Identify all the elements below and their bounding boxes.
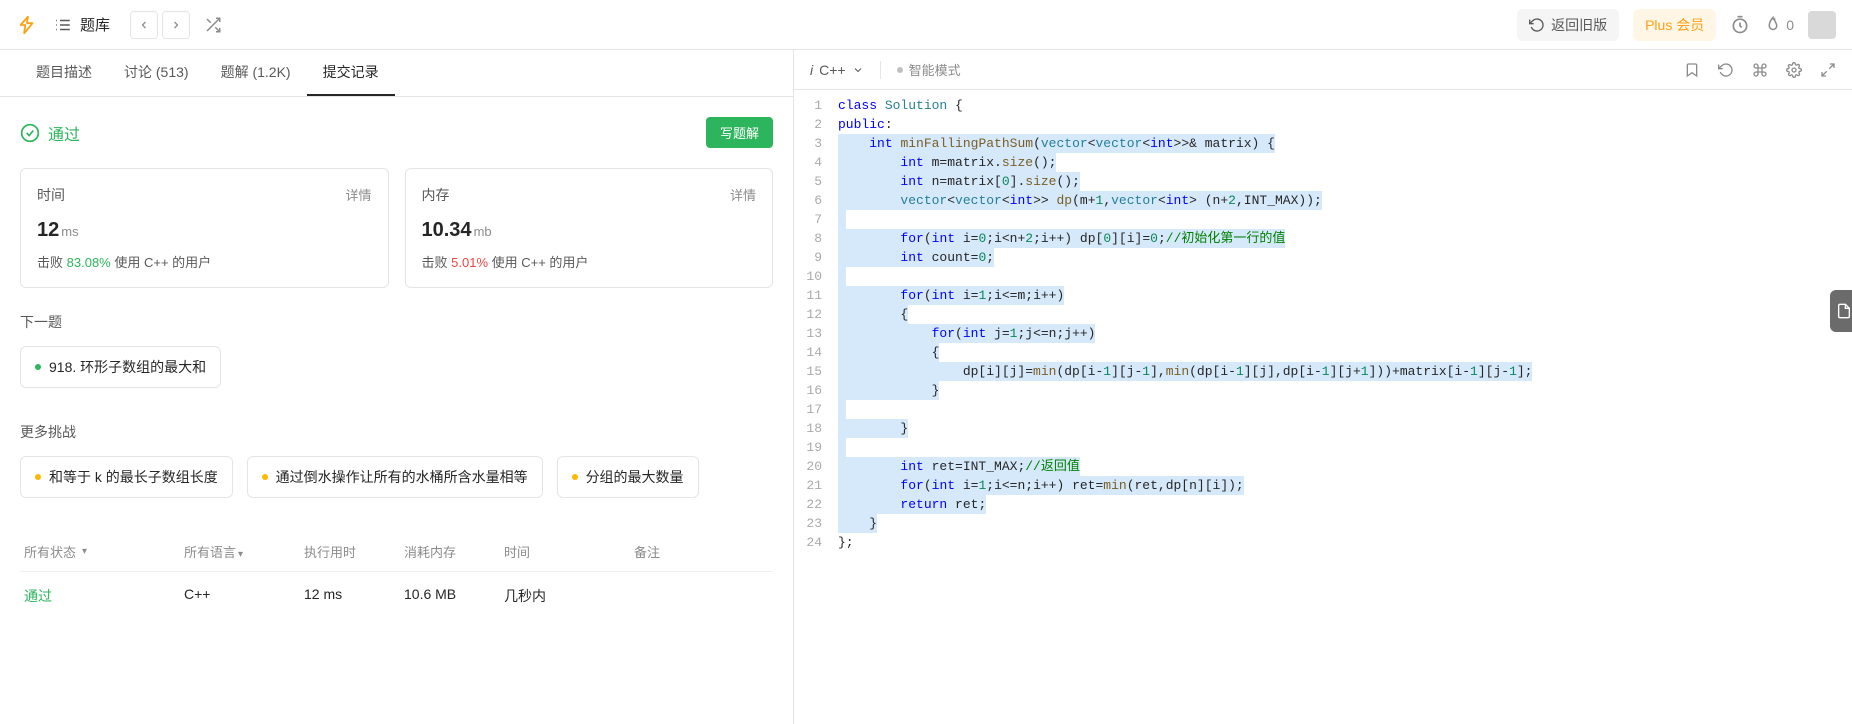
next-button[interactable] (162, 11, 190, 39)
tabs: 题目描述 讨论 (513) 题解 (1.2K) 提交记录 (0, 50, 793, 97)
left-panel: 题目描述 讨论 (513) 题解 (1.2K) 提交记录 通过 写题解 时间 详… (0, 50, 794, 724)
list-icon[interactable] (54, 16, 72, 34)
challenge-chip[interactable]: 通过倒水操作让所有的水桶所含水量相等 (247, 456, 543, 498)
next-title: 下一题 (20, 312, 773, 332)
old-version-label: 返回旧版 (1551, 15, 1607, 35)
row-when: 几秒内 (504, 586, 634, 606)
row-status: 通过 (24, 586, 184, 606)
main: 题目描述 讨论 (513) 题解 (1.2K) 提交记录 通过 写题解 时间 详… (0, 50, 1852, 724)
tab-description[interactable]: 题目描述 (20, 50, 108, 96)
col-memory: 消耗内存 (404, 542, 504, 561)
difficulty-dot-icon (35, 474, 41, 480)
nav-arrows (130, 11, 190, 39)
write-solution-button[interactable]: 写题解 (706, 117, 773, 148)
header: 题库 返回旧版 Plus 会员 0 (0, 0, 1852, 50)
header-right: 返回旧版 Plus 会员 0 (1517, 9, 1836, 41)
code-editor[interactable]: 123456789101112131415161718192021222324 … (794, 90, 1852, 552)
status-label: 通过 (48, 121, 80, 145)
memory-value: 10.34mb (422, 219, 757, 242)
plus-button[interactable]: Plus 会员 (1633, 9, 1716, 41)
time-detail-link[interactable]: 详情 (345, 185, 371, 205)
settings-icon[interactable] (1786, 62, 1802, 78)
chevron-down-icon: ▾ (238, 549, 243, 560)
status-filter[interactable]: 所有状态▾ (24, 542, 184, 561)
tab-solutions[interactable]: 题解 (1.2K) (205, 50, 307, 96)
col-runtime: 执行用时 (304, 542, 404, 561)
next-problem-chip[interactable]: 918. 环形子数组的最大和 (20, 346, 221, 388)
avatar[interactable] (1808, 11, 1836, 39)
row-mem: 10.6 MB (404, 586, 504, 606)
difficulty-dot-icon (35, 364, 41, 370)
fire-count-value: 0 (1786, 17, 1794, 33)
table-row[interactable]: 通过 C++ 12 ms 10.6 MB 几秒内 (20, 572, 773, 620)
row-time: 12 ms (304, 586, 404, 606)
status-row: 通过 写题解 (20, 117, 773, 148)
row-note (634, 586, 769, 606)
table-header: 所有状态▾ 所有语言▾ 执行用时 消耗内存 时间 备注 (20, 532, 773, 572)
language-selector[interactable]: i C++ (810, 62, 864, 78)
row-lang: C++ (184, 586, 304, 606)
time-label: 时间 (37, 185, 65, 205)
shortcuts-icon[interactable] (1752, 62, 1768, 78)
bookmark-icon[interactable] (1684, 62, 1700, 78)
code-header: i C++ 智能模式 (794, 50, 1852, 90)
fire-counter[interactable]: 0 (1764, 16, 1794, 34)
fullscreen-icon[interactable] (1820, 62, 1836, 78)
content: 通过 写题解 时间 详情 12ms 击败 83.08% 使用 C++ 的用户 内… (0, 97, 793, 640)
logo-icon[interactable] (16, 14, 38, 36)
old-version-button[interactable]: 返回旧版 (1517, 9, 1619, 41)
code-header-right (1684, 62, 1836, 78)
tab-discussion[interactable]: 讨论 (513) (108, 50, 205, 96)
smart-mode-toggle[interactable]: 智能模式 (897, 60, 961, 79)
shuffle-icon[interactable] (204, 16, 222, 34)
time-card: 时间 详情 12ms 击败 83.08% 使用 C++ 的用户 (20, 168, 389, 288)
difficulty-dot-icon (572, 474, 578, 480)
lang-filter[interactable]: 所有语言▾ (184, 542, 304, 561)
line-gutter: 123456789101112131415161718192021222324 (794, 96, 834, 552)
more-title: 更多挑战 (20, 422, 773, 442)
challenge-chip[interactable]: 分组的最大数量 (557, 456, 699, 498)
col-when: 时间 (504, 542, 634, 561)
timer-icon[interactable] (1730, 15, 1750, 35)
problems-link[interactable]: 题库 (80, 14, 110, 35)
code-lines[interactable]: class Solution {public: int minFallingPa… (834, 96, 1852, 552)
next-problem-section: 下一题 918. 环形子数组的最大和 (20, 312, 773, 398)
reset-icon[interactable] (1718, 62, 1734, 78)
col-note: 备注 (634, 542, 769, 561)
memory-detail-link[interactable]: 详情 (730, 185, 756, 205)
chevron-down-icon: ▾ (82, 546, 87, 557)
dot-icon (897, 67, 903, 73)
status-accepted: 通过 (20, 121, 80, 145)
time-value: 12ms (37, 219, 372, 242)
submissions-table: 所有状态▾ 所有语言▾ 执行用时 消耗内存 时间 备注 通过 C++ 12 ms… (20, 532, 773, 620)
memory-beat: 击败 5.01% 使用 C++ 的用户 (422, 252, 757, 271)
divider (880, 61, 881, 79)
stats-row: 时间 详情 12ms 击败 83.08% 使用 C++ 的用户 内存 详情 10… (20, 168, 773, 288)
challenge-chip[interactable]: 和等于 k 的最长子数组长度 (20, 456, 233, 498)
time-beat: 击败 83.08% 使用 C++ 的用户 (37, 252, 372, 271)
right-panel: i C++ 智能模式 12345678910111213141516171819… (794, 50, 1852, 724)
difficulty-dot-icon (262, 474, 268, 480)
tab-submissions[interactable]: 提交记录 (307, 50, 395, 96)
more-challenges-section: 更多挑战 和等于 k 的最长子数组长度 通过倒水操作让所有的水桶所含水量相等 分… (20, 422, 773, 508)
notes-tab-icon[interactable] (1830, 290, 1852, 332)
prev-button[interactable] (130, 11, 158, 39)
memory-label: 内存 (422, 185, 450, 205)
memory-card: 内存 详情 10.34mb 击败 5.01% 使用 C++ 的用户 (405, 168, 774, 288)
